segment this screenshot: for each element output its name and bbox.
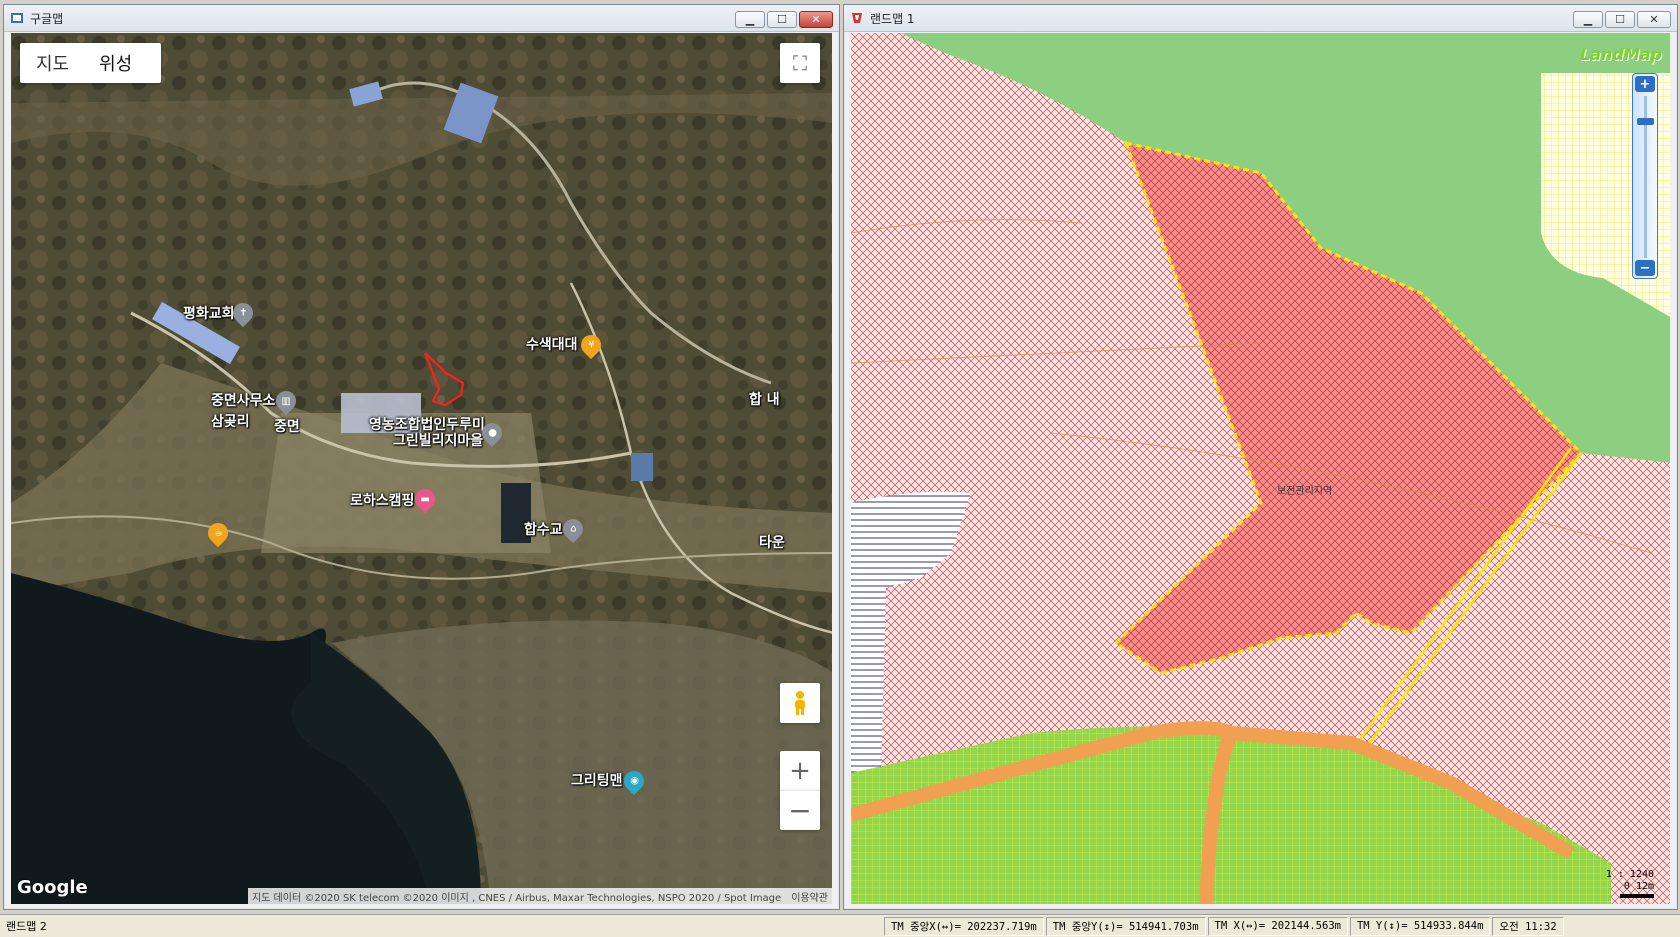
window-title: 구글맵 xyxy=(30,11,64,26)
satellite-map-canvas[interactable]: 지도 위성 ⛶ 평화교회 ✝ 수색대대 ¥ 중면사무소 ▥ 삼곶리 중면 영농조… xyxy=(11,33,832,904)
map-type-map[interactable]: 지도 xyxy=(20,50,85,76)
map-label: 중면 xyxy=(274,419,300,435)
zoning-map-canvas[interactable]: LandMap + − 보전관리지역 1 : 1240 0 12m xyxy=(851,33,1670,904)
map-scale: 1 : 1240 0 12m xyxy=(1606,869,1654,898)
landmap-app-icon xyxy=(852,13,862,23)
map-label[interactable]: 합수교 xyxy=(524,522,563,538)
map-label[interactable]: 그리팅맨 xyxy=(571,773,623,789)
status-tm-center-x: TM 중앙X(↔)= 202237.719m xyxy=(884,916,1044,936)
status-tm-center-y: TM 중앙Y(↕)= 514941.703m xyxy=(1045,916,1206,936)
map-label[interactable]: 그린빌리지마을 xyxy=(393,433,483,449)
minimize-button[interactable]: ▁ xyxy=(735,11,765,28)
status-tm-y: TM Y(↕)= 514933.844m xyxy=(1349,916,1491,936)
fullscreen-button[interactable]: ⛶ xyxy=(780,43,820,83)
zone-label: 보전관리지역 xyxy=(1277,486,1333,497)
scale-bar xyxy=(1620,894,1654,898)
window-title: 랜드맵 1 xyxy=(870,11,915,26)
map-label: 타운 xyxy=(759,535,785,551)
zoom-out-button[interactable]: − xyxy=(780,790,820,830)
zoning-layers xyxy=(851,33,1670,904)
title-bar[interactable]: 랜드맵 1 ▁ ☐ ✕ xyxy=(844,5,1677,32)
status-app-name: 랜드맵 2 xyxy=(6,920,47,933)
google-map-window: 구글맵 ▁ ☐ ✕ 지도 위성 ⛶ 평화교회 ✝ 수색대대 ¥ 중면사무소 ▥ … xyxy=(3,4,840,910)
pegman-icon xyxy=(795,691,805,715)
minimize-button[interactable]: ▁ xyxy=(1573,11,1603,28)
landmap-logo: LandMap xyxy=(1579,45,1662,64)
map-label[interactable]: 중면사무소 xyxy=(211,393,275,409)
map-label: 합 내 xyxy=(749,392,780,408)
map-type-control: 지도 위성 xyxy=(20,43,161,83)
map-label[interactable]: 영농조합법인두루미 xyxy=(369,417,485,433)
map-attribution: 지도 데이터 ©2020 SK telecom ©2020 이미지 , CNES… xyxy=(247,888,832,904)
zoom-slider[interactable]: + − xyxy=(1632,73,1658,279)
terms-link[interactable]: 이용약관 xyxy=(791,889,828,904)
street-view-pegman-button[interactable] xyxy=(780,683,820,723)
status-clock: 오전 11:32 xyxy=(1492,916,1564,936)
satellite-imagery xyxy=(11,33,832,904)
maximize-button[interactable]: ☐ xyxy=(767,11,797,28)
map-label: 삼곶리 xyxy=(211,414,250,430)
close-button[interactable]: ✕ xyxy=(1637,11,1671,28)
zoom-thumb[interactable] xyxy=(1637,118,1654,125)
zoom-in-button[interactable]: + xyxy=(1635,76,1655,92)
map-label[interactable]: 수색대대 xyxy=(526,337,578,353)
status-tm-x: TM X(↔)= 202144.563m xyxy=(1207,916,1348,936)
status-bar: 랜드맵 2 TM 중앙X(↔)= 202237.719m TM 중앙Y(↕)= … xyxy=(0,914,1680,937)
zoom-out-button[interactable]: − xyxy=(1635,260,1655,276)
title-bar[interactable]: 구글맵 ▁ ☐ ✕ xyxy=(4,5,839,32)
attribution-text: 지도 데이터 ©2020 SK telecom ©2020 이미지 , CNES… xyxy=(251,892,782,904)
map-label[interactable]: 평화교회 xyxy=(183,306,235,322)
google-logo: Google xyxy=(17,877,88,898)
map-app-icon xyxy=(11,13,23,23)
map-type-satellite[interactable]: 위성 xyxy=(85,50,148,76)
scale-origin: 0 xyxy=(1623,881,1630,892)
landmap-window: 랜드맵 1 ▁ ☐ ✕ LandMap + − 보전관리지역 1: 1240 … xyxy=(843,4,1678,910)
scale-ratio: 1 : 1240 xyxy=(1605,869,1654,880)
map-label[interactable]: 로하스캠핑 xyxy=(350,493,414,509)
zoom-in-button[interactable]: + xyxy=(780,751,820,790)
fullscreen-icon: ⛶ xyxy=(793,51,807,75)
scale-length: 12m xyxy=(1635,881,1654,892)
maximize-button[interactable]: ☐ xyxy=(1605,11,1635,28)
close-button[interactable]: ✕ xyxy=(799,11,833,28)
